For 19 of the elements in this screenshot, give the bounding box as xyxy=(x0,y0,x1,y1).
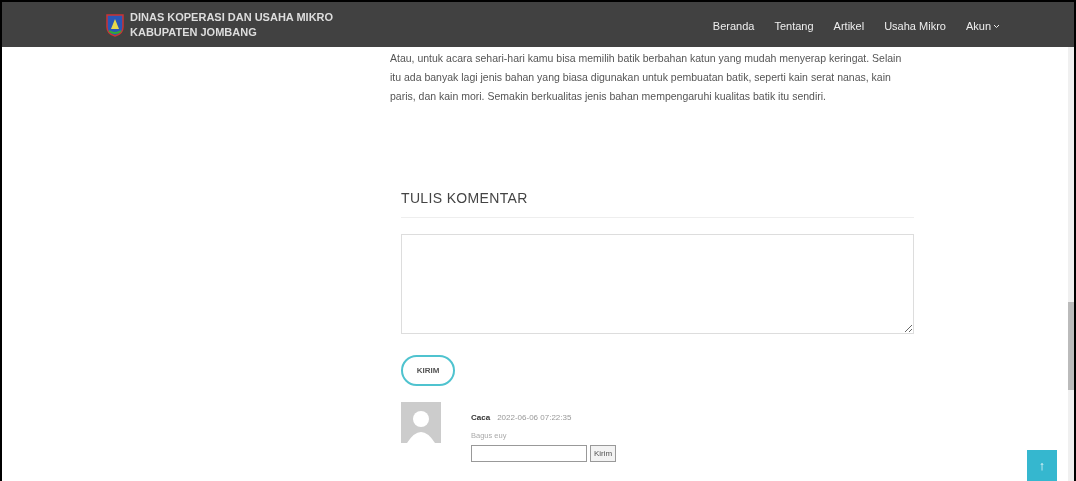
shield-logo-icon xyxy=(106,12,124,37)
comment-time: 2022-06-06 07:22:35 xyxy=(497,412,572,424)
nav-link[interactable]: Usaha Mikro xyxy=(884,18,946,35)
submit-button[interactable]: KIRIM xyxy=(401,355,455,386)
section-heading: TULIS KOMENTAR xyxy=(401,189,529,208)
nav-link[interactable]: Artikel xyxy=(833,18,865,35)
article-paragraph: Atau, untuk acara sehari-hari kamu bisa memilih batik berbahan katun yang mudah menyerap keringat. Selain itu ada banyak lagi jenis bahan yang biasa digunakan untuk pembuatan batik, seperti kain serat nanas, kain paris, dan kain mori. Semakin berkualitas jenis bahan mempengaruhi kualitas batik itu sendiri. xyxy=(389,51,903,104)
reply-input[interactable] xyxy=(471,445,587,463)
nav-link[interactable]: Tentang xyxy=(774,18,814,35)
site-title: DINAS KOPERASI DAN USAHA MIKRO xyxy=(130,9,334,25)
nav-link[interactable]: Akun xyxy=(965,18,1000,35)
scrollbar-thumb[interactable] xyxy=(1068,302,1074,390)
chevron-down-icon xyxy=(993,24,1000,29)
avatar-silhouette xyxy=(401,402,441,443)
comment-textarea[interactable] xyxy=(401,234,914,334)
reply-button[interactable]: Kirim xyxy=(590,445,617,463)
comment-author: Caca xyxy=(471,412,491,424)
site-subtitle: KABUPATEN JOMBANG xyxy=(130,24,258,40)
nav-link[interactable]: Beranda xyxy=(712,18,755,35)
